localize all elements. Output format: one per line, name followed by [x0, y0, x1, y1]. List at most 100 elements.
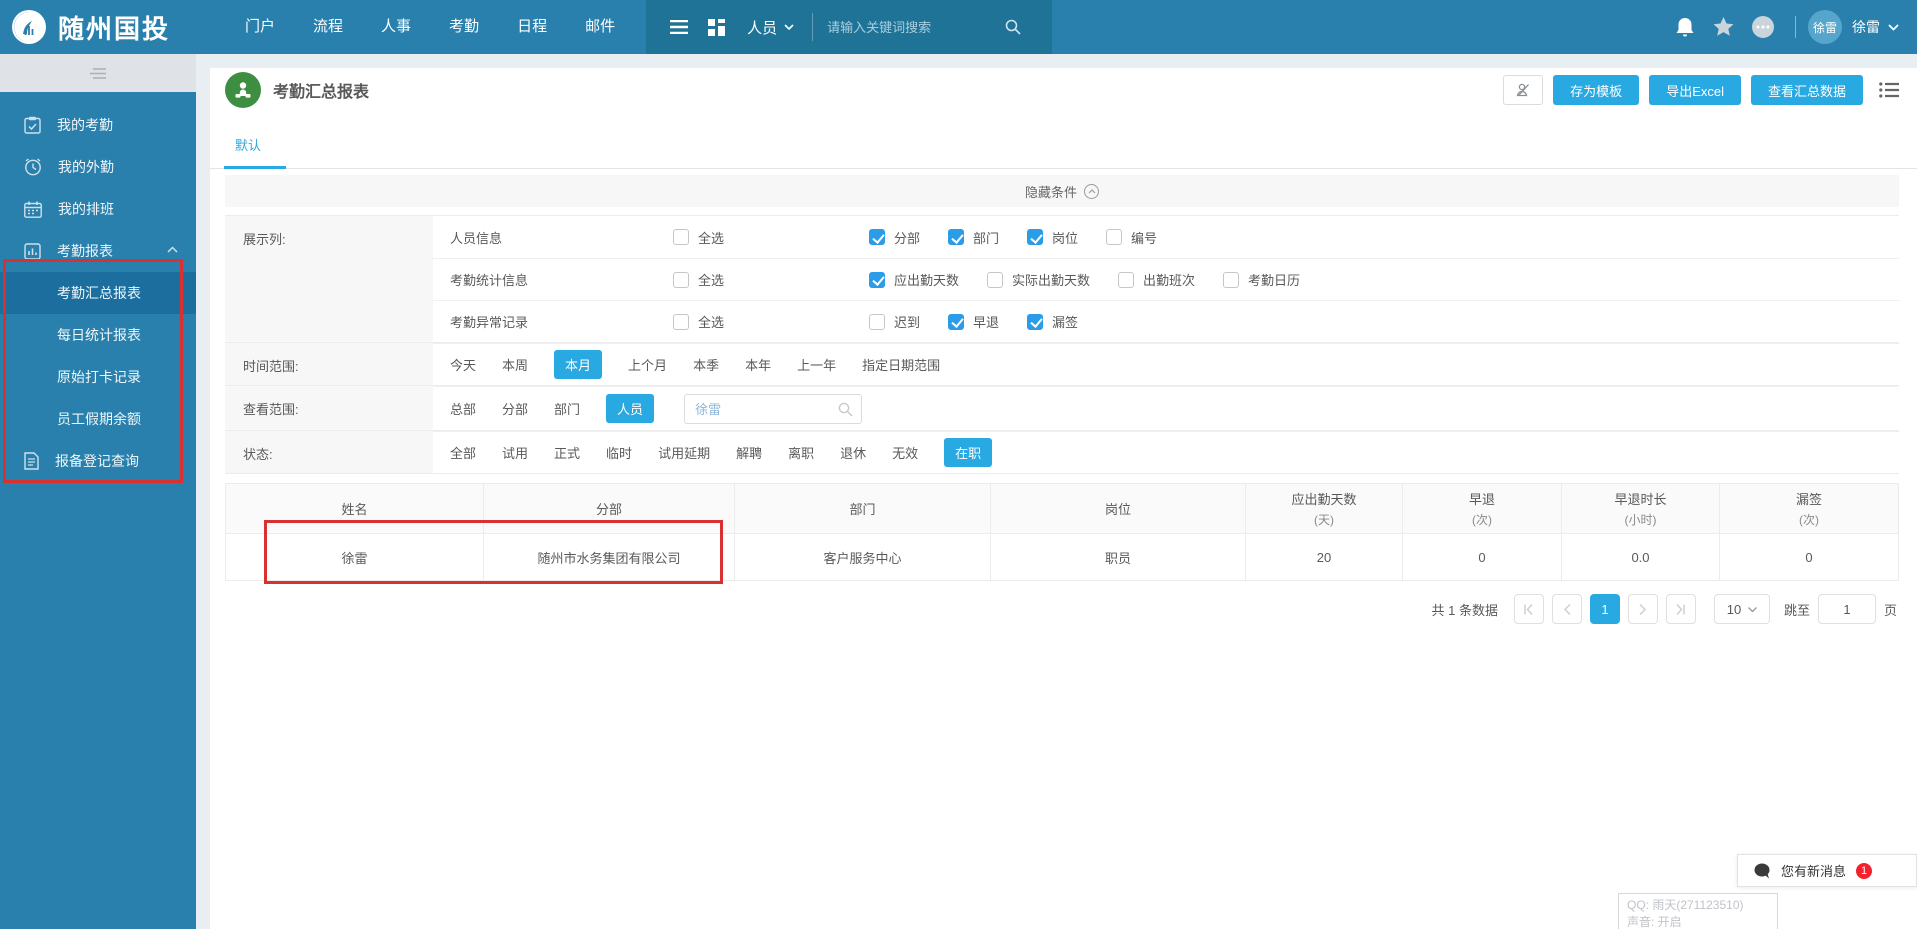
status-chip[interactable]: 无效: [892, 443, 918, 462]
last-page-button[interactable]: [1665, 594, 1696, 624]
sidebar-collapse-toggle[interactable]: [0, 54, 196, 92]
tab-default[interactable]: 默认: [224, 135, 286, 169]
user-name[interactable]: 徐雷: [1852, 17, 1880, 37]
checkbox-unchecked[interactable]: [673, 313, 689, 330]
time-range-chip[interactable]: 上一年: [797, 355, 836, 374]
status-chip[interactable]: 在职: [944, 438, 993, 467]
select-all-option[interactable]: 全选: [673, 228, 869, 247]
view-range-chip[interactable]: 分部: [502, 399, 528, 418]
filter-option[interactable]: 应出勤天数: [869, 270, 959, 289]
column-title: 分部: [595, 502, 622, 517]
logo[interactable]: 随州国投: [0, 8, 226, 46]
checkbox-checked[interactable]: [1027, 229, 1044, 245]
sidebar-subitem[interactable]: 原始打卡记录: [0, 356, 196, 398]
template-tool-button[interactable]: [1503, 75, 1544, 105]
sidebar-subitem[interactable]: 员工假期余额: [0, 398, 196, 440]
time-range-chip[interactable]: 本季: [693, 355, 719, 374]
avatar[interactable]: 徐雷: [1808, 10, 1842, 44]
sidebar-item-my-schedule[interactable]: 我的排班: [0, 188, 196, 230]
filter-option[interactable]: 实际出勤天数: [987, 270, 1090, 289]
more-messages-icon[interactable]: [1752, 16, 1774, 38]
filter-option[interactable]: 早退: [948, 312, 999, 331]
filter-option-label: 分部: [894, 230, 921, 246]
prev-page-button[interactable]: [1551, 594, 1582, 624]
table-row[interactable]: 徐雷 随州市水务集团有限公司 客户服务中心 职员 20 0 0.0 0: [225, 533, 1899, 581]
checkbox-unchecked[interactable]: [1223, 271, 1240, 288]
sidebar-subitem[interactable]: 每日统计报表: [0, 314, 196, 356]
filter-option[interactable]: 出勤班次: [1118, 270, 1195, 289]
view-range-chip[interactable]: 人员: [606, 394, 655, 423]
time-range-chip[interactable]: 本年: [745, 355, 771, 374]
top-menu-item[interactable]: 门户: [226, 0, 294, 54]
checkbox-checked[interactable]: [869, 229, 885, 245]
status-chip[interactable]: 试用: [502, 443, 528, 462]
sidebar-item-attendance-reports[interactable]: 考勤报表: [0, 230, 196, 272]
checkbox-checked[interactable]: [1027, 313, 1044, 330]
top-menu-item[interactable]: 日程: [498, 0, 566, 54]
filter-option[interactable]: 漏签: [1027, 312, 1078, 331]
time-range-chip[interactable]: 今天: [450, 355, 476, 374]
checkbox-unchecked[interactable]: [1118, 271, 1135, 288]
filter-label: 查看范围:: [225, 386, 433, 430]
view-range-chip[interactable]: 部门: [554, 399, 580, 418]
time-range-chip[interactable]: 上个月: [628, 355, 667, 374]
checkbox-checked[interactable]: [948, 313, 965, 330]
export-excel-button[interactable]: 导出Excel: [1649, 75, 1741, 105]
view-summary-button[interactable]: 查看汇总数据: [1750, 75, 1863, 105]
apps-grid-icon[interactable]: [708, 18, 726, 36]
checkbox-checked[interactable]: [869, 271, 885, 288]
checkbox-unchecked[interactable]: [673, 271, 689, 288]
filter-option[interactable]: 考勤日历: [1223, 270, 1300, 289]
status-chip[interactable]: 解聘: [736, 443, 762, 462]
select-all-option[interactable]: 全选: [673, 270, 869, 289]
person-search-input[interactable]: [684, 393, 863, 424]
sidebar-item-report-registration[interactable]: 报备登记查询: [0, 440, 196, 482]
select-all-option[interactable]: 全选: [673, 312, 869, 331]
next-page-button[interactable]: [1627, 594, 1658, 624]
page-size-select[interactable]: 10: [1713, 594, 1770, 624]
checkbox-unchecked[interactable]: [1106, 229, 1123, 245]
filter-option[interactable]: 迟到: [869, 312, 920, 331]
sidebar-item-my-attendance[interactable]: 我的考勤: [0, 104, 196, 146]
checkbox-checked[interactable]: [948, 229, 965, 245]
status-chip[interactable]: 试用延期: [658, 443, 710, 462]
top-menu-item[interactable]: 邮件: [566, 0, 634, 54]
filter-option[interactable]: 岗位: [1027, 228, 1078, 247]
status-chip[interactable]: 正式: [554, 443, 580, 462]
current-page-button[interactable]: 1: [1589, 594, 1620, 624]
top-menu-item[interactable]: 人事: [362, 0, 430, 54]
bell-icon[interactable]: [1675, 17, 1695, 38]
filter-option[interactable]: 编号: [1106, 228, 1157, 247]
hide-conditions-toggle[interactable]: 隐藏条件: [225, 175, 1899, 207]
sidebar-subitem[interactable]: 考勤汇总报表: [0, 272, 196, 314]
search-icon[interactable]: [838, 402, 853, 417]
status-chip[interactable]: 退休: [840, 443, 866, 462]
module-select[interactable]: 人员: [747, 17, 794, 38]
view-range-chip[interactable]: 总部: [450, 399, 476, 418]
top-search[interactable]: [812, 13, 1038, 41]
star-icon[interactable]: [1713, 17, 1734, 37]
checkbox-unchecked[interactable]: [673, 229, 689, 245]
search-icon[interactable]: [1005, 19, 1021, 35]
new-message-bar[interactable]: 您有新消息 1: [1737, 854, 1917, 887]
sidebar-item-my-field-work[interactable]: 我的外勤: [0, 146, 196, 188]
hamburger-icon[interactable]: [670, 20, 689, 34]
save-template-button[interactable]: 存为模板: [1553, 75, 1640, 105]
status-chip[interactable]: 离职: [788, 443, 814, 462]
time-range-chip[interactable]: 本月: [554, 350, 603, 379]
user-chevron-down-icon[interactable]: [1888, 23, 1899, 31]
time-range-chip[interactable]: 本周: [502, 355, 528, 374]
time-range-chip[interactable]: 指定日期范围: [862, 355, 940, 374]
status-chip[interactable]: 临时: [606, 443, 632, 462]
checkbox-unchecked[interactable]: [987, 271, 1004, 288]
status-chip[interactable]: 全部: [450, 443, 476, 462]
filter-option[interactable]: 部门: [948, 228, 999, 247]
filter-option[interactable]: 分部: [869, 228, 920, 247]
top-menu-item[interactable]: 流程: [294, 0, 362, 54]
top-menu-item[interactable]: 考勤: [430, 0, 498, 54]
jump-page-input[interactable]: [1817, 594, 1876, 624]
search-input[interactable]: [827, 19, 998, 35]
first-page-button[interactable]: [1513, 594, 1544, 624]
list-view-icon[interactable]: [1879, 82, 1899, 98]
checkbox-unchecked[interactable]: [869, 313, 885, 330]
